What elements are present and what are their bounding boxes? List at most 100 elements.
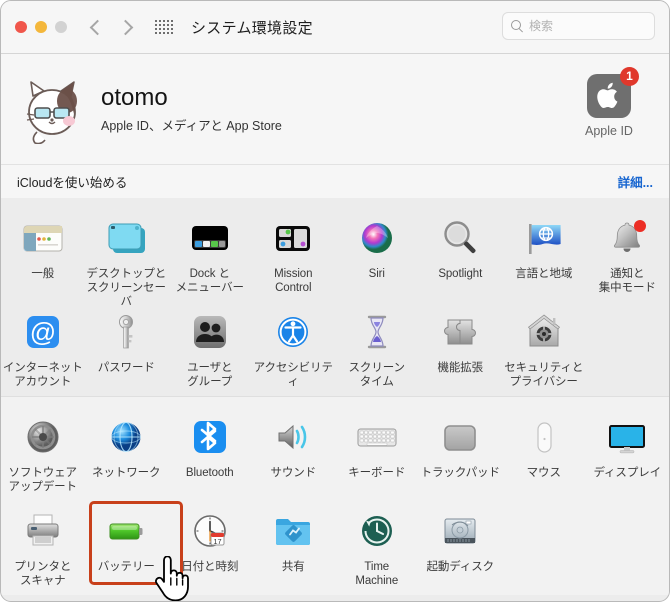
- pref-bluetooth[interactable]: Bluetooth: [168, 407, 252, 501]
- pref-displays[interactable]: ディスプレイ: [586, 407, 670, 501]
- pref-label: ソフトウェア アップデート: [8, 467, 78, 493]
- icloud-details-link[interactable]: 詳細...: [618, 172, 653, 191]
- pref-label: Bluetooth: [185, 467, 234, 479]
- desktop-screensaver-icon: [102, 214, 150, 262]
- pref-general[interactable]: 一般: [1, 208, 85, 302]
- trackpad-icon: [436, 413, 484, 461]
- mission-control-icon: [269, 214, 317, 262]
- back-arrow-icon[interactable]: [89, 19, 106, 35]
- general-icon: [19, 214, 67, 262]
- pref-software-update[interactable]: ソフトウェア アップデート: [1, 407, 85, 501]
- pref-sound[interactable]: サウンド: [252, 407, 336, 501]
- close-button[interactable]: [15, 21, 27, 33]
- svg-text:17: 17: [213, 537, 221, 546]
- pref-internet-accounts[interactable]: @ インターネット アカウント: [1, 302, 85, 396]
- pref-label: ユーザと グループ: [187, 362, 233, 388]
- notifications-focus-icon: [603, 214, 651, 262]
- pref-language-region[interactable]: 言語と地域: [502, 208, 586, 302]
- account-name: otomo: [101, 83, 168, 111]
- pref-date-time[interactable]: 17 日付と時刻: [168, 501, 252, 595]
- network-icon: [102, 413, 150, 461]
- extensions-icon: [436, 308, 484, 356]
- show-all-grid-icon[interactable]: [155, 20, 173, 34]
- account-text: otomo Apple ID、メディアと App Store: [101, 84, 282, 135]
- search-field[interactable]: [502, 12, 655, 40]
- pref-keyboard[interactable]: キーボード: [335, 407, 419, 501]
- apple-id-badge: 1: [620, 67, 639, 86]
- pref-label: セキュリティと プライバシー: [504, 362, 584, 388]
- preferences-section-b: ソフトウェア アップデート ネットワーク Bluetooth サウンド キーボー…: [1, 396, 669, 595]
- pref-label: 日付と時刻: [181, 561, 239, 573]
- battery-icon: [102, 507, 150, 555]
- search-icon: [511, 20, 523, 32]
- printers-scanners-icon: [19, 507, 67, 555]
- pref-label: Time Machine: [355, 561, 399, 587]
- pref-mission-control[interactable]: Mission Control: [252, 208, 336, 302]
- pref-screen-time[interactable]: スクリーン タイム: [335, 302, 419, 396]
- bluetooth-icon: [186, 413, 234, 461]
- account-banner[interactable]: otomo Apple ID、メディアと App Store 1 Apple I…: [1, 54, 669, 164]
- pref-siri[interactable]: Siri: [335, 208, 419, 302]
- pref-mouse[interactable]: マウス: [502, 407, 586, 501]
- icloud-label: iCloudを使い始める: [17, 176, 128, 190]
- icloud-banner: iCloudを使い始める 詳細...: [1, 164, 669, 198]
- software-update-icon: [19, 413, 67, 461]
- navigation-arrows: [89, 19, 134, 35]
- pref-startup-disk[interactable]: 起動ディスク: [419, 501, 503, 595]
- avatar[interactable]: [19, 74, 87, 144]
- pref-label: スクリーン タイム: [348, 362, 406, 388]
- accessibility-icon: [269, 308, 317, 356]
- pref-trackpad[interactable]: トラックパッド: [419, 407, 503, 501]
- pref-sharing[interactable]: 共有: [252, 501, 336, 595]
- mouse-icon: [520, 413, 568, 461]
- pref-label: バッテリー: [97, 561, 155, 573]
- startup-disk-icon: [436, 507, 484, 555]
- internet-accounts-icon: @: [19, 308, 67, 356]
- apple-logo-icon: 1: [587, 67, 639, 118]
- pref-notifications-focus[interactable]: 通知と 集中モード: [586, 208, 670, 302]
- preferences-row: ソフトウェア アップデート ネットワーク Bluetooth サウンド キーボー…: [1, 407, 669, 501]
- pref-label: インターネット アカウント: [2, 362, 83, 388]
- pref-label: ディスプレイ: [593, 467, 662, 479]
- pref-label: ネットワーク: [92, 467, 161, 479]
- keyboard-icon: [353, 413, 401, 461]
- pref-empty-slot: [586, 302, 670, 396]
- apple-id-label: Apple ID: [585, 124, 633, 138]
- pref-label: Siri: [368, 268, 385, 280]
- pref-empty-slot: [586, 501, 670, 595]
- window-title: システム環境設定: [191, 19, 313, 37]
- pref-extensions[interactable]: 機能拡張: [419, 302, 503, 396]
- pref-accessibility[interactable]: アクセシビリティ: [252, 302, 336, 396]
- pref-empty-slot: [502, 501, 586, 595]
- preferences-section-a: 一般 デスクトップと スクリーンセーバ Dock と メニューバー Missio…: [1, 198, 669, 396]
- pref-passwords[interactable]: パスワード: [85, 302, 169, 396]
- apple-id-button[interactable]: 1 Apple ID: [573, 67, 645, 138]
- search-input[interactable]: [529, 19, 646, 33]
- pref-security-privacy[interactable]: セキュリティと プライバシー: [502, 302, 586, 396]
- displays-icon: [603, 413, 651, 461]
- pref-printers-scanners[interactable]: プリンタと スキャナ: [1, 501, 85, 595]
- pref-label: キーボード: [348, 467, 406, 479]
- pref-label: 通知と 集中モード: [598, 268, 656, 294]
- pref-users-groups[interactable]: ユーザと グループ: [168, 302, 252, 396]
- zoom-button[interactable]: [55, 21, 67, 33]
- traffic-lights: [15, 21, 67, 33]
- forward-arrow-icon[interactable]: [117, 19, 134, 35]
- pref-dock-menubar[interactable]: Dock と メニューバー: [168, 208, 252, 302]
- pref-label: アクセシビリティ: [253, 362, 333, 388]
- screen-time-icon: [353, 308, 401, 356]
- preferences-row: プリンタと スキャナ バッテリー 17 日付と時刻 共有 Time Machin…: [1, 501, 669, 595]
- system-preferences-window: システム環境設定 検索 otomo Apple ID、メディアと App Sto…: [0, 0, 670, 602]
- dock-menubar-icon: [186, 214, 234, 262]
- sharing-icon: [269, 507, 317, 555]
- minimize-button[interactable]: [35, 21, 47, 33]
- pref-battery[interactable]: バッテリー: [85, 501, 182, 595]
- pref-spotlight[interactable]: Spotlight: [419, 208, 503, 302]
- pref-label: プリンタと スキャナ: [14, 561, 72, 587]
- pref-network[interactable]: ネットワーク: [85, 407, 169, 501]
- time-machine-icon: [353, 507, 401, 555]
- pref-time-machine[interactable]: Time Machine: [335, 501, 419, 595]
- pref-label: パスワード: [97, 362, 155, 374]
- pref-desktop-screensaver[interactable]: デスクトップと スクリーンセーバ: [85, 208, 169, 308]
- security-privacy-icon: [520, 308, 568, 356]
